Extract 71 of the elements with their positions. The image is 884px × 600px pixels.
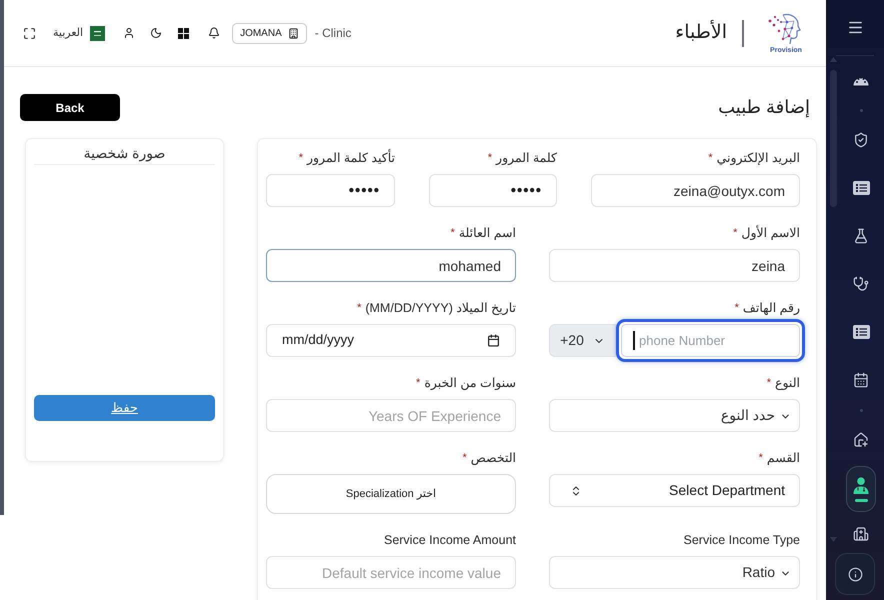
input-field[interactable]: Years OF Experience <box>266 399 516 432</box>
field-label: اسم العائلة <box>458 225 516 242</box>
phone-field[interactable]: phone Number <box>616 319 805 362</box>
field-label: رقم الهاتف <box>742 300 800 317</box>
field-label: كلمة المرور <box>496 150 557 167</box>
section-title: الأطباء <box>675 18 727 45</box>
back-button[interactable]: Back <box>20 94 120 121</box>
moon-icon[interactable] <box>150 27 162 39</box>
up-down-chevron-icon <box>570 485 582 497</box>
list-icon[interactable] <box>852 325 870 339</box>
required-mark: * <box>488 151 492 166</box>
grid-icon[interactable] <box>178 28 190 38</box>
info-icon <box>848 566 862 582</box>
field-label: سنوات من الخبرة <box>424 375 516 392</box>
field-label: Service Income Amount <box>384 532 516 549</box>
field-label: القسم <box>766 450 800 467</box>
required-mark: * <box>462 451 467 466</box>
doctor-icon <box>853 476 869 494</box>
shield-check-icon[interactable] <box>853 132 869 148</box>
language-button[interactable]: العربية <box>53 24 106 42</box>
field-label: التخصص <box>470 450 516 467</box>
dropdown-select[interactable]: اختر Specialization <box>266 474 516 514</box>
menu-icon[interactable] <box>846 19 864 36</box>
hospital-icon[interactable] <box>853 526 869 542</box>
field-label: النوع <box>775 375 800 392</box>
field-label: تاريخ الميلاد (MM/DD/YYYY) <box>365 300 516 317</box>
calendar-icon[interactable] <box>853 372 869 388</box>
required-mark: * <box>450 226 455 241</box>
field-label: تأكيد كلمة المرور <box>306 150 395 167</box>
house-plus-icon[interactable] <box>853 432 869 448</box>
field-label: Service Income Type <box>684 532 800 549</box>
field-label: البريد الإلكتروني <box>716 150 800 167</box>
required-mark: * <box>357 301 362 316</box>
password-field[interactable]: ••••• <box>266 174 395 207</box>
input-field[interactable]: zeina@outyx.com <box>591 174 800 207</box>
branch-button[interactable]: JOMANA <box>232 22 307 44</box>
page-title: إضافة طبيب <box>718 96 810 120</box>
required-mark: * <box>708 151 713 166</box>
input-field[interactable]: Default service income value <box>266 556 516 589</box>
active-indicator <box>854 498 868 502</box>
required-mark: * <box>733 226 738 241</box>
dropdown-select[interactable]: Select Department <box>549 474 800 507</box>
user-icon[interactable] <box>123 27 136 39</box>
flag-icon <box>90 26 106 40</box>
flask-icon[interactable] <box>853 228 869 244</box>
date-field[interactable]: mm/dd/yyyy <box>266 324 516 357</box>
card-title: صورة شخصية <box>34 139 215 165</box>
required-mark: * <box>416 376 420 391</box>
save-button[interactable]: حفظ <box>34 395 215 421</box>
clinic-label: - Clinic <box>314 25 352 42</box>
gauge-icon[interactable] <box>853 74 869 86</box>
field-label: الاسم الأول <box>741 225 800 242</box>
dropdown-select[interactable]: Ratio <box>549 556 800 589</box>
stethoscope-icon[interactable] <box>853 276 869 292</box>
input-field[interactable]: mohamed <box>266 249 516 282</box>
dropdown-select[interactable]: حدد النوع <box>549 399 800 432</box>
required-mark: * <box>766 376 772 391</box>
country-code-select[interactable]: +20 <box>549 324 616 357</box>
text-cursor-icon <box>633 331 634 350</box>
fullscreen-icon[interactable] <box>23 26 36 40</box>
sidebar-item[interactable] <box>846 466 876 512</box>
password-field[interactable]: ••••• <box>429 174 557 207</box>
input-field[interactable]: zeina <box>549 249 800 282</box>
required-mark: * <box>734 301 739 316</box>
bell-icon[interactable] <box>208 27 220 39</box>
required-mark: * <box>758 451 763 466</box>
list-icon[interactable] <box>852 181 870 195</box>
building-icon <box>288 28 299 38</box>
info-button[interactable] <box>835 553 875 595</box>
calendar-icon[interactable] <box>487 334 500 347</box>
required-mark: * <box>298 151 303 166</box>
